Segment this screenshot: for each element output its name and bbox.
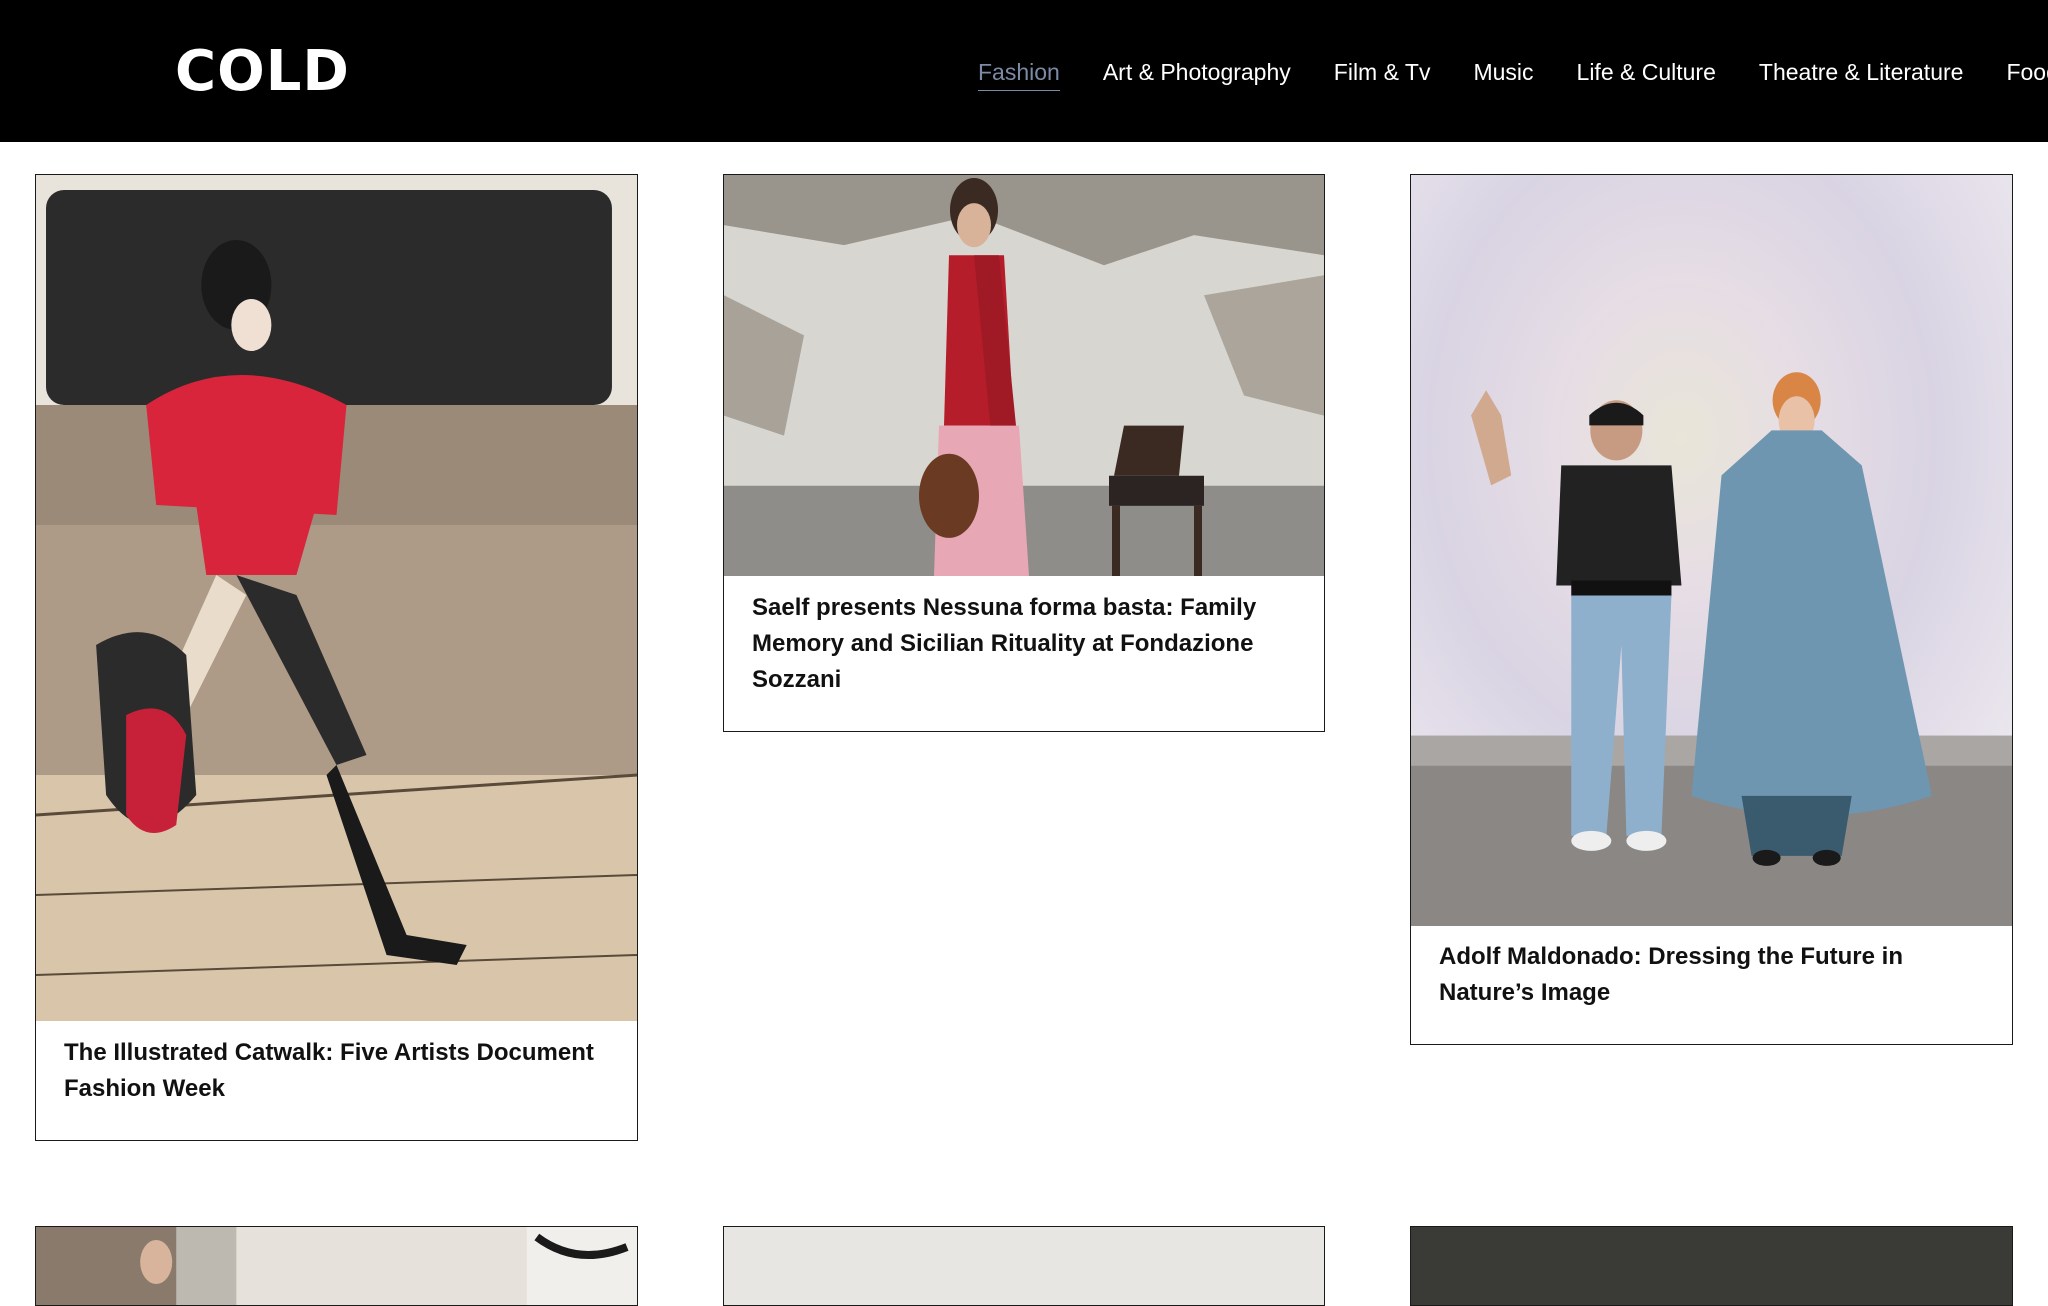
article-image[interactable] xyxy=(724,1227,1324,1305)
article-card[interactable]: Adolf Maldonado: Dressing the Future in … xyxy=(1410,174,2013,1045)
nav-item-life-culture[interactable]: Life & Culture xyxy=(1577,54,1716,91)
article-image-illustration[interactable] xyxy=(36,175,637,1021)
article-card[interactable]: The Illustrated Catwalk: Five Artists Do… xyxy=(35,174,638,1141)
article-image-runway[interactable] xyxy=(1411,175,2012,926)
article-card[interactable]: Saelf presents Nessuna forma basta: Fami… xyxy=(723,174,1325,732)
article-title[interactable]: The Illustrated Catwalk: Five Artists Do… xyxy=(64,1035,613,1107)
article-card[interactable] xyxy=(1410,1226,2013,1306)
nav-item-music[interactable]: Music xyxy=(1473,54,1533,91)
nav-item-art-photography[interactable]: Art & Photography xyxy=(1103,54,1291,91)
main-nav: Fashion Art & Photography Film & Tv Musi… xyxy=(978,54,2048,91)
site-logo[interactable]: COLD xyxy=(175,38,350,106)
site-header: COLD Fashion Art & Photography Film & Tv… xyxy=(0,0,2048,142)
article-title[interactable]: Adolf Maldonado: Dressing the Future in … xyxy=(1439,939,1988,1011)
article-card[interactable] xyxy=(35,1226,638,1306)
article-image[interactable] xyxy=(36,1227,637,1305)
nav-item-food[interactable]: Food xyxy=(2006,54,2048,91)
article-image-model[interactable] xyxy=(724,175,1324,576)
nav-item-theatre-literature[interactable]: Theatre & Literature xyxy=(1759,54,1964,91)
article-image[interactable] xyxy=(1411,1227,2012,1305)
nav-item-film-tv[interactable]: Film & Tv xyxy=(1334,54,1431,91)
article-title[interactable]: Saelf presents Nessuna forma basta: Fami… xyxy=(752,590,1300,698)
article-card[interactable] xyxy=(723,1226,1325,1306)
nav-item-fashion[interactable]: Fashion xyxy=(978,54,1060,91)
